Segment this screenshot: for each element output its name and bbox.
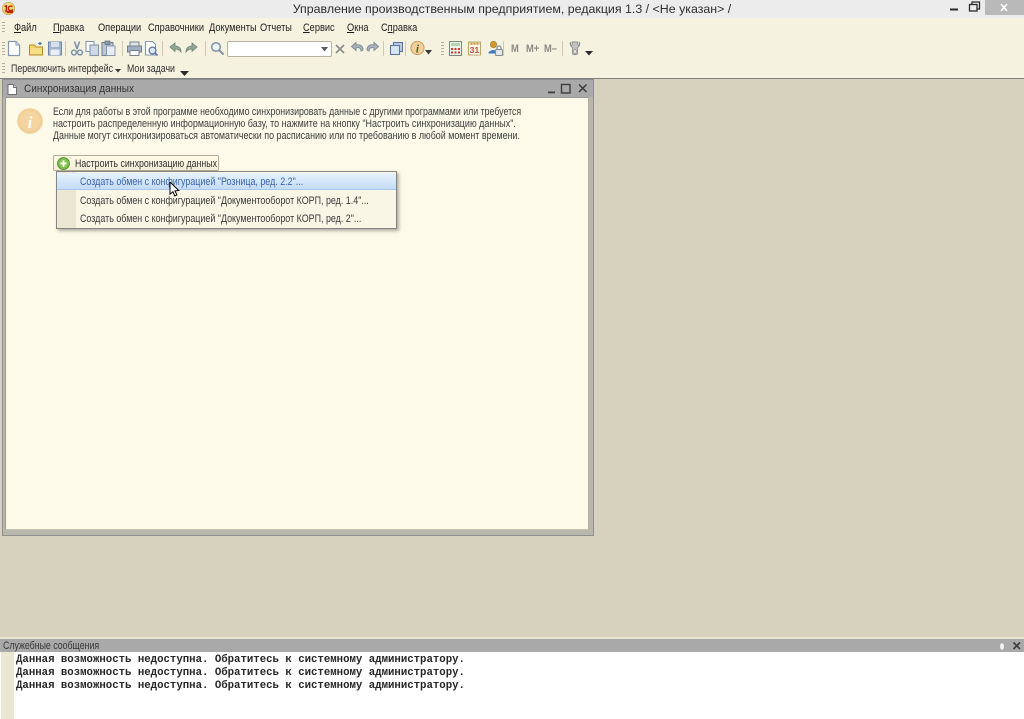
svg-text:31: 31 — [470, 45, 480, 55]
svg-text:i: i — [28, 113, 33, 132]
